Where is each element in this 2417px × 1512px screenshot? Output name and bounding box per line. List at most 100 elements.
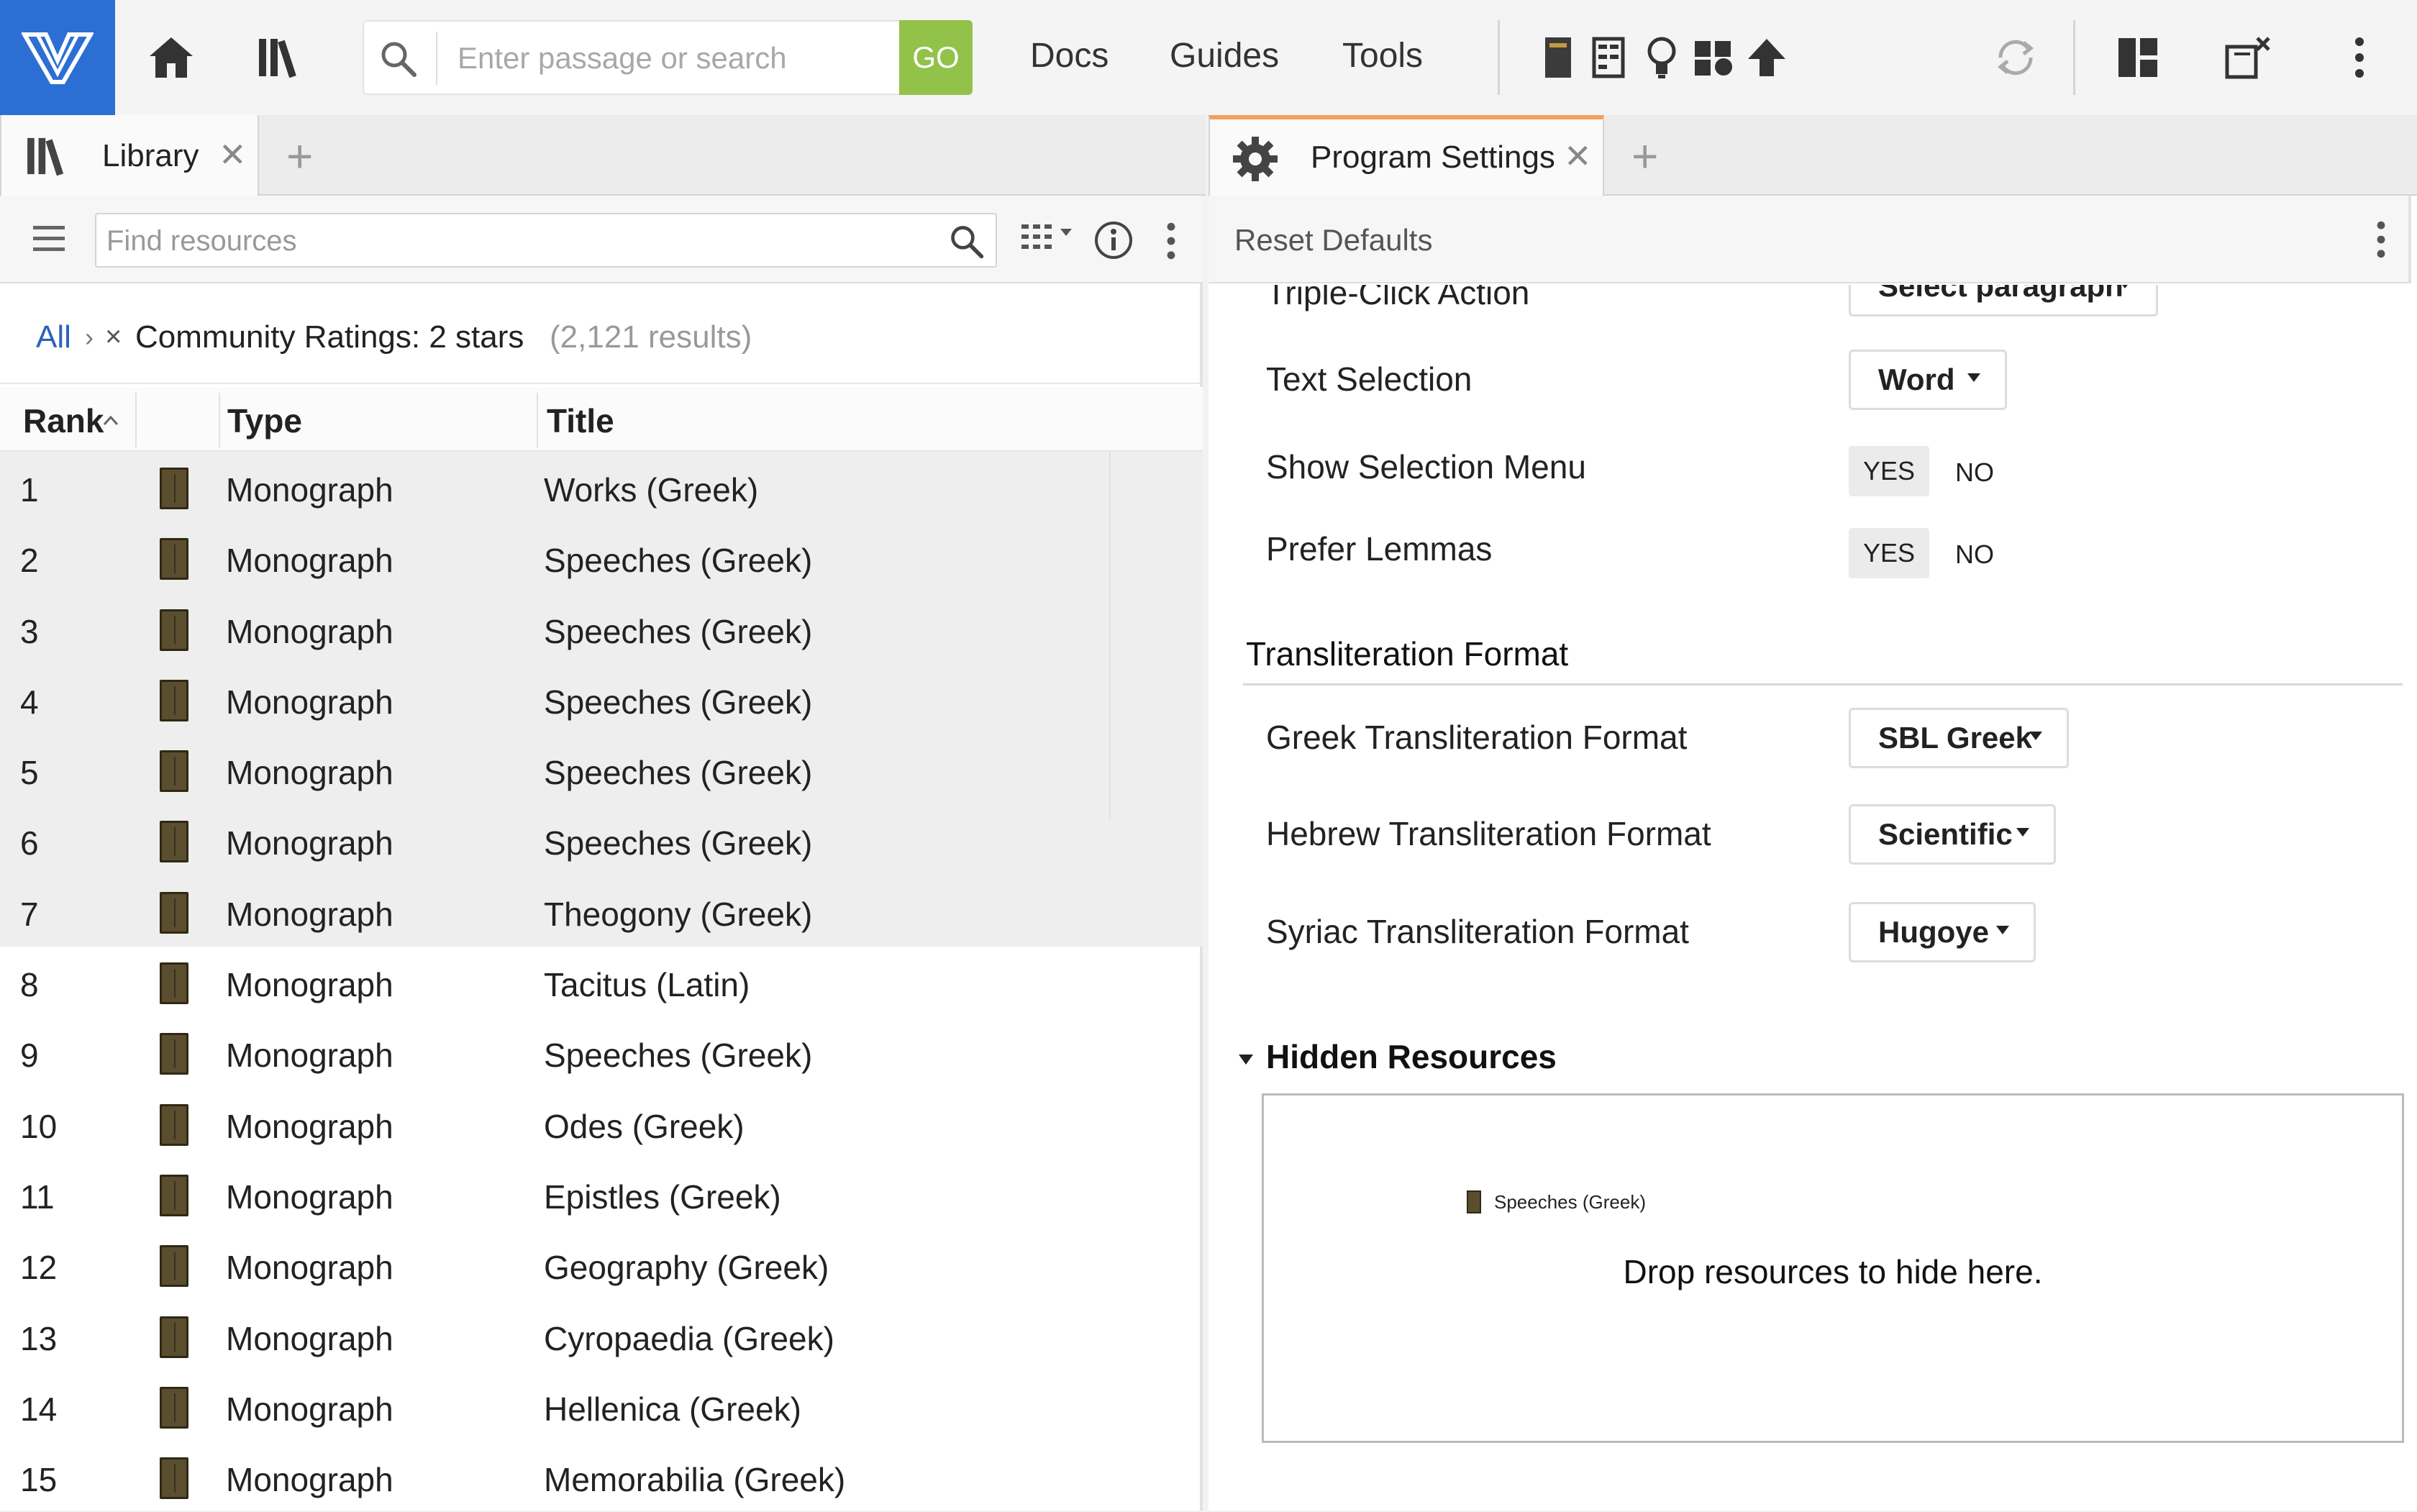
- guides-menu[interactable]: Guides: [1170, 36, 1279, 76]
- upload-arrow-icon[interactable]: [1744, 22, 1790, 94]
- column-header-rank[interactable]: Rank: [23, 401, 104, 440]
- column-divider[interactable]: [219, 393, 220, 447]
- book-icon: [160, 1386, 188, 1429]
- table-row[interactable]: 10 Monograph Odes (Greek): [0, 1088, 1203, 1159]
- hebrew-transliteration-dropdown[interactable]: Scientific: [1849, 804, 2056, 865]
- title-cell: Speeches (Greek): [544, 612, 813, 650]
- prefer-lemmas-yes[interactable]: YES: [1849, 528, 1929, 578]
- library-panel: All › × Community Ratings: 2 stars (2,12…: [0, 196, 1203, 1511]
- greek-transliteration-dropdown[interactable]: SBL Greek: [1849, 708, 2069, 768]
- rank-cell: 4: [20, 683, 39, 721]
- table-row[interactable]: 7 Monograph Theogony (Greek): [0, 875, 1203, 947]
- table-row[interactable]: 2 Monograph Speeches (Greek): [0, 522, 1203, 593]
- table-row[interactable]: 15 Monograph Memorabilia (Greek): [0, 1442, 1203, 1512]
- docs-menu[interactable]: Docs: [1030, 36, 1109, 76]
- column-divider[interactable]: [537, 393, 538, 447]
- show-selection-menu-no[interactable]: NO: [1955, 457, 1994, 488]
- hidden-resources-dropzone[interactable]: Speeches (Greek) Drop resources to hide …: [1262, 1093, 2404, 1443]
- find-resources-input[interactable]: [106, 220, 927, 262]
- text-selection-dropdown[interactable]: Word: [1849, 350, 2007, 410]
- type-cell: Monograph: [226, 1107, 393, 1145]
- rank-cell: 7: [20, 895, 39, 933]
- type-cell: Monograph: [226, 824, 393, 862]
- table-row[interactable]: 3 Monograph Speeches (Greek): [0, 593, 1203, 664]
- rank-cell: 13: [20, 1319, 58, 1357]
- hidden-resource-item[interactable]: Speeches (Greek): [1467, 1190, 1646, 1213]
- table-row[interactable]: 14 Monograph Hellenica (Greek): [0, 1371, 1203, 1442]
- go-button[interactable]: GO: [899, 20, 973, 95]
- hamburger-menu-icon[interactable]: [32, 224, 66, 253]
- passage-search-input[interactable]: [458, 36, 868, 81]
- table-row[interactable]: 9 Monograph Speeches (Greek): [0, 1017, 1203, 1088]
- book-icon: [160, 1033, 188, 1075]
- library-icon[interactable]: [252, 22, 312, 94]
- puzzle-icon[interactable]: [1692, 22, 1736, 94]
- table-row[interactable]: 8 Monograph Tacitus (Latin): [0, 947, 1203, 1017]
- reset-defaults-button[interactable]: Reset Defaults: [1234, 223, 1432, 258]
- lightbulb-icon[interactable]: [1642, 22, 1682, 94]
- layout-columns-icon[interactable]: [1588, 22, 1629, 94]
- book-icon: [160, 750, 188, 793]
- add-tab-icon[interactable]: +: [286, 129, 313, 183]
- book-icon: [160, 1174, 188, 1216]
- column-header-type[interactable]: Type: [227, 401, 302, 440]
- rank-cell: 12: [20, 1249, 58, 1287]
- selection-divider: [1109, 452, 1111, 819]
- sync-icon[interactable]: [1987, 22, 2044, 94]
- type-cell: Monograph: [226, 612, 393, 650]
- tab-program-settings[interactable]: Program Settings ✕: [1208, 115, 1604, 196]
- title-cell: Speeches (Greek): [544, 683, 813, 721]
- table-row[interactable]: 1 Monograph Works (Greek): [0, 452, 1203, 523]
- more-options-icon[interactable]: [2338, 22, 2381, 94]
- book-icon[interactable]: [1538, 22, 1578, 94]
- breadcrumb-all-link[interactable]: All: [36, 319, 71, 355]
- title-cell: Works (Greek): [544, 471, 759, 509]
- grid-header: Rank Type Title: [0, 387, 1203, 452]
- close-tab-icon[interactable]: ✕: [219, 135, 247, 174]
- info-icon[interactable]: [1093, 220, 1134, 260]
- table-row[interactable]: 12 Monograph Geography (Greek): [0, 1229, 1203, 1300]
- add-tab-icon[interactable]: +: [1631, 129, 1658, 183]
- sort-ascending-icon[interactable]: [102, 414, 119, 426]
- hidden-resources-heading[interactable]: Hidden Resources: [1266, 1037, 1557, 1076]
- more-options-icon[interactable]: [2374, 220, 2388, 259]
- rank-cell: 8: [20, 966, 39, 1004]
- table-row[interactable]: 11 Monograph Epistles (Greek): [0, 1159, 1203, 1229]
- show-selection-menu-yes[interactable]: YES: [1849, 446, 1929, 496]
- rank-cell: 14: [20, 1390, 58, 1428]
- layouts-icon[interactable]: [2111, 22, 2165, 94]
- table-row[interactable]: 6 Monograph Speeches (Greek): [0, 805, 1203, 876]
- table-row[interactable]: 4 Monograph Speeches (Greek): [0, 663, 1203, 735]
- tools-menu[interactable]: Tools: [1342, 36, 1423, 76]
- remove-filter-icon[interactable]: ×: [105, 321, 122, 353]
- transliteration-heading: Transliteration Format: [1246, 635, 1569, 673]
- close-tab-icon[interactable]: ✕: [1564, 137, 1592, 176]
- toolbar-separator: [1498, 20, 1500, 95]
- more-options-icon[interactable]: [1164, 222, 1178, 260]
- close-panels-icon[interactable]: [2220, 22, 2277, 94]
- prefer-lemmas-no[interactable]: NO: [1955, 539, 1994, 570]
- rank-cell: 9: [20, 1037, 39, 1075]
- library-toolbar: [0, 196, 1203, 283]
- column-divider[interactable]: [135, 393, 137, 447]
- tab-library[interactable]: Library ✕: [0, 115, 259, 196]
- title-cell: Speeches (Greek): [544, 542, 813, 580]
- breadcrumb: All › × Community Ratings: 2 stars (2,12…: [0, 283, 1203, 384]
- syriac-transliteration-label: Syriac Transliteration Format: [1266, 913, 1689, 950]
- toolbar-separator: [2073, 20, 2075, 95]
- logos-logo-icon[interactable]: [0, 0, 115, 115]
- syriac-transliteration-value: Hugoye: [1878, 915, 1990, 949]
- triple-click-dropdown[interactable]: Select paragraph: [1849, 285, 2158, 316]
- table-row[interactable]: 5 Monograph Speeches (Greek): [0, 734, 1203, 806]
- title-cell: Speeches (Greek): [544, 1037, 813, 1075]
- collapse-triangle-icon[interactable]: [1237, 1053, 1255, 1066]
- view-options-icon[interactable]: [1020, 222, 1080, 258]
- syriac-transliteration-dropdown[interactable]: Hugoye: [1849, 902, 2036, 962]
- home-icon[interactable]: [141, 22, 201, 94]
- table-row[interactable]: 13 Monograph Cyropaedia (Greek): [0, 1301, 1203, 1371]
- book-icon: [160, 1245, 188, 1288]
- chevron-down-icon: [2016, 828, 2029, 837]
- search-icon[interactable]: [948, 223, 986, 260]
- type-cell: Monograph: [226, 471, 393, 509]
- column-header-title[interactable]: Title: [547, 401, 614, 440]
